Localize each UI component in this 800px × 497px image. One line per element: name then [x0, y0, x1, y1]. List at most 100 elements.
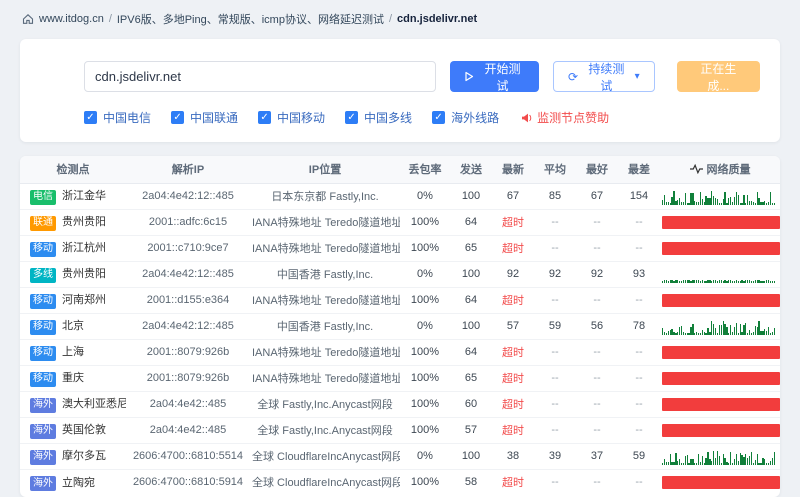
timeout-bar — [662, 371, 780, 385]
node-name: 重庆 — [62, 372, 84, 385]
worst-cell: -- — [618, 209, 660, 236]
location-cell: IANA特殊地址 Teredo隧道地址 — [250, 365, 400, 392]
ping-table-body: 电信 浙江金华2a04:4e42:12::485 日本东京都 Fastly,Inc.… — [20, 183, 780, 495]
table-row: 海外 英国伦敦 2a04:4e42::485 全球 Fastly,Inc.Anycas… — [20, 417, 780, 444]
node-cell: 联通 贵州贵阳 — [20, 209, 126, 236]
ip-cell: 2001::adfc:6c15 — [126, 209, 250, 236]
ip-cell: 2a04:4e42::485 — [126, 417, 250, 444]
best-cell: -- — [576, 417, 618, 444]
node-name: 贵州贵阳 — [62, 216, 106, 229]
sent-cell: 60 — [450, 391, 492, 418]
filter-checkbox-3[interactable]: ✓ 中国多线 — [345, 109, 412, 126]
location-cell: 全球 Fastly,Inc.Anycast网段 — [250, 417, 400, 444]
worst-cell: -- — [618, 339, 660, 366]
best-cell: -- — [576, 391, 618, 418]
generating-button[interactable]: 正在生成... — [676, 61, 760, 93]
sent-cell: 100 — [450, 313, 492, 340]
best-cell: 56 — [576, 313, 618, 340]
node-cell: 海外 摩尔多瓦 — [20, 443, 126, 470]
sent-cell: 65 — [450, 235, 492, 262]
node-name: 上海 — [62, 346, 84, 359]
loss-cell: 100% — [400, 339, 450, 366]
node-name: 河南郑州 — [62, 294, 106, 307]
quality-cell — [660, 261, 780, 288]
play-icon — [464, 71, 474, 82]
node-cell: 移动 河南郑州 — [20, 287, 126, 314]
avg-cell: 59 — [534, 313, 576, 340]
col-header-7: 最好 — [576, 156, 618, 184]
best-cell: 92 — [576, 261, 618, 288]
col-header-5: 最新 — [492, 156, 534, 184]
ip-cell: 2a04:4e42::485 — [126, 391, 250, 418]
sent-cell: 100 — [450, 261, 492, 288]
avg-cell: -- — [534, 209, 576, 236]
ping-results-card: 检测点 解析IP IP位置 丢包率 发送 最新 平均 最好 最差 网络质量 电信 浙江金华2a04:… — [20, 156, 780, 497]
timeout-bar — [662, 241, 780, 255]
quality-cell — [660, 235, 780, 262]
timeout-bar — [662, 397, 780, 411]
node-cell: 移动 重庆 — [20, 365, 126, 392]
sent-cell: 58 — [464, 476, 478, 489]
latest-cell: 超时 — [502, 477, 524, 490]
quality-cell — [660, 313, 780, 340]
carrier-badge: 海外 — [30, 449, 56, 465]
sponsor-link[interactable]: 监测节点赞助 — [521, 109, 609, 126]
breadcrumb-site[interactable]: www.itdog.cn — [39, 13, 104, 25]
start-test-button[interactable]: 开始测试 — [449, 61, 540, 93]
avg-cell: 85 — [534, 183, 576, 210]
sent-cell: 100 — [450, 183, 492, 210]
col-header-4: 发送 — [450, 156, 492, 184]
node-name: 澳大利亚悉尼 — [62, 398, 126, 411]
host-input[interactable] — [84, 61, 436, 92]
avg-cell: -- — [534, 391, 576, 418]
table-row: 多线 贵州贵阳 2a04:4e42:12::485 中国香港 Fastly,Inc. 0… — [20, 261, 780, 288]
location-cell: IANA特殊地址 Teredo隧道地址 — [250, 287, 400, 314]
loss-cell: 0% — [400, 443, 450, 470]
location-cell: 全球 CloudflareIncAnycast网段 — [250, 443, 400, 470]
best-cell: -- — [593, 476, 601, 489]
worst-cell: 93 — [618, 261, 660, 288]
best-cell: -- — [576, 339, 618, 366]
breadcrumb-path[interactable]: IPV6版、多地Ping、常规版、icmp协议、网络延迟测试 — [117, 11, 384, 27]
filter-checkbox-0[interactable]: ✓ 中国电信 — [84, 109, 151, 126]
filter-checkbox-4[interactable]: ✓ 海外线路 — [432, 109, 499, 126]
avg-cell: -- — [534, 417, 576, 444]
filter-label: 中国联通 — [190, 111, 239, 125]
avg-cell: 39 — [534, 443, 576, 470]
carrier-badge: 移动 — [30, 293, 56, 309]
latest-cell: 67 — [492, 183, 534, 210]
ping-results-table: 检测点 解析IP IP位置 丢包率 发送 最新 平均 最好 最差 网络质量 电信 浙江金华2a04:… — [20, 156, 780, 495]
home-icon[interactable] — [22, 13, 34, 25]
table-row: 海外 摩尔多瓦 2606:4700::6810:5514 全球 CloudflareI… — [20, 443, 780, 470]
best-cell: -- — [576, 209, 618, 236]
location-cell: 全球 Fastly,Inc.Anycast网段 — [250, 391, 400, 418]
table-row: 移动 上海 2001::8079:926b IANA特殊地址 Teredo隧道地址 10… — [20, 339, 780, 366]
loss-cell: 100% — [400, 287, 450, 314]
carrier-badge: 海外 — [30, 423, 56, 439]
sent-cell: 57 — [450, 417, 492, 444]
location-cell: 全球 CloudflareIncAnycast网段 — [252, 477, 400, 490]
node-name: 浙江杭州 — [62, 242, 106, 255]
ip-cell: 2a04:4e42:12::485 — [126, 313, 250, 340]
latest-cell: 超时 — [492, 339, 534, 366]
node-cell: 移动 北京 — [20, 313, 126, 340]
node-name: 贵州贵阳 — [62, 268, 106, 281]
node-cell: 海外 澳大利亚悉尼 — [20, 391, 126, 418]
timeout-bar — [662, 293, 780, 307]
latency-sparkline — [662, 448, 780, 465]
sponsor-label: 监测节点赞助 — [537, 111, 610, 125]
checkbox-checked-icon: ✓ — [171, 111, 185, 124]
carrier-badge: 移动 — [30, 319, 56, 335]
timeout-bar — [662, 423, 780, 437]
node-cell: 电信 浙江金华 — [20, 183, 126, 210]
checkbox-checked-icon: ✓ — [258, 111, 272, 124]
continuous-test-button[interactable]: ⟳ 持续测试 ▾ — [553, 61, 655, 93]
filter-checkbox-1[interactable]: ✓ 中国联通 — [171, 109, 238, 126]
sent-cell: 64 — [450, 339, 492, 366]
node-cell: 移动 上海 — [20, 339, 126, 366]
filter-checkbox-2[interactable]: ✓ 中国移动 — [258, 109, 325, 126]
location-cell: 日本东京都 Fastly,Inc. — [250, 183, 400, 210]
carrier-badge: 移动 — [30, 241, 56, 257]
loss-cell: 100% — [400, 391, 450, 418]
table-header-row: 检测点 解析IP IP位置 丢包率 发送 最新 平均 最好 最差 网络质量 — [20, 156, 780, 184]
